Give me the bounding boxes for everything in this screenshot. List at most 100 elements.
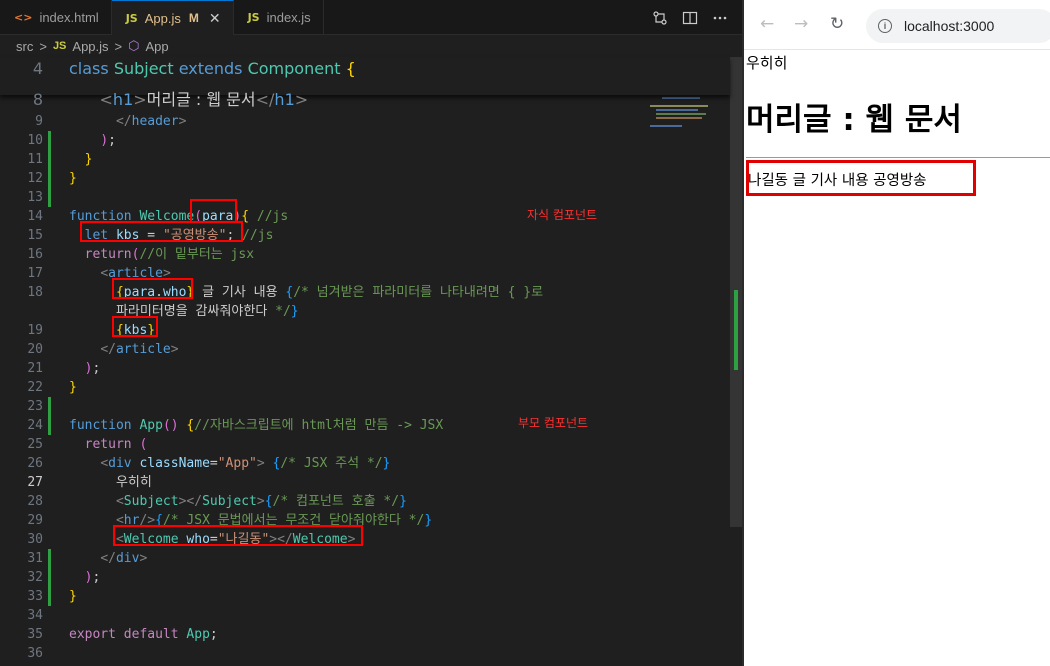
line-number: 12 [27, 171, 43, 186]
code-area[interactable]: 5 render(){ //함수에서는 render 필요없이 return만 … [0, 57, 730, 666]
info-icon[interactable]: i [878, 19, 892, 33]
code-line[interactable]: 10 ); [0, 131, 730, 150]
url-text[interactable]: localhost:3000 [904, 18, 994, 34]
line-number: 22 [27, 380, 43, 395]
split-icon[interactable] [682, 10, 698, 26]
sticky-scroll-header[interactable]: 4 class Subject extends Component { 8 <h1>… [0, 57, 730, 109]
line-number: 9 [35, 114, 43, 129]
code-line[interactable]: 19 {kbs} [0, 321, 730, 340]
code-text: } [84, 152, 93, 167]
article-text: 나길동 글 기사 내용 공영방송 [748, 173, 927, 189]
code-line[interactable]: 17 <article> [0, 264, 730, 283]
breadcrumb-folder[interactable]: src [16, 39, 33, 54]
code-line[interactable]: 26 <div className="App"> {/* JSX 주석 */} [0, 454, 730, 473]
code-text: ); [84, 570, 101, 585]
browser-window: ← → ↻ i localhost:3000 우히히 머리글 : 웹 문서 나길… [742, 0, 1050, 666]
more-icon[interactable] [712, 10, 728, 26]
code-line[interactable]: 30 <Welcome who="나길동"></Welcome> [0, 530, 730, 549]
code-text: </article> [100, 342, 179, 357]
line-number: 30 [27, 532, 43, 547]
line-number: 18 [27, 285, 43, 300]
symbol-method-icon: ⬡ [128, 38, 140, 53]
breadcrumb-symbol[interactable]: App [146, 39, 169, 54]
highlight-para-param [190, 199, 237, 223]
code-line[interactable]: 35 export default App; [0, 625, 730, 644]
line-number: 20 [27, 342, 43, 357]
editor-actions [652, 0, 742, 35]
code-line[interactable]: 24 function App() {//자바스크립트에 html처럼 만듬 ->… [0, 416, 730, 435]
code-editor: <> index.html JS App.js M ✕ JS index.js … [0, 0, 742, 666]
html-file-icon: <> [14, 11, 33, 24]
page-divider [746, 157, 1050, 158]
child-component-annotation: 자식 컴포넌트 [527, 208, 598, 222]
code-line[interactable]: 18 {para.who} 글 기사 내용 {/* 넘겨받은 파라미터를 나타내… [0, 283, 730, 302]
code-line[interactable]: 22} [0, 378, 730, 397]
line-number: 34 [27, 608, 43, 623]
code-text: return(//이 밑부터는 jsx [84, 247, 255, 262]
code-line[interactable]: 34 [0, 606, 730, 625]
code-line[interactable]: 21 ); [0, 359, 730, 378]
tab-index-html[interactable]: <> index.html [0, 0, 112, 35]
js-file-icon: JS [125, 11, 138, 25]
page-text: 우히히 [746, 54, 788, 72]
tab-index-js[interactable]: JS index.js [234, 0, 324, 35]
code-line[interactable]: 28 <Subject></Subject>{/* 컴포넌트 호출 */} [0, 492, 730, 511]
reload-icon[interactable]: ↻ [830, 14, 844, 34]
line-number: 19 [27, 323, 43, 338]
code-text: <div className="App"> {/* JSX 주석 */} [100, 456, 391, 471]
modified-gutter-indicator [48, 397, 51, 435]
line-number: 10 [27, 133, 43, 148]
code-line[interactable]: 27 우히히 [0, 473, 730, 492]
code-line[interactable]: 20 </article> [0, 340, 730, 359]
code-line[interactable]: 31 </div> [0, 549, 730, 568]
breadcrumb-file[interactable]: App.js [72, 39, 108, 54]
line-number: 15 [27, 228, 43, 243]
code-line[interactable]: 12} [0, 169, 730, 188]
forward-arrow-icon[interactable]: → [794, 14, 808, 34]
code-line[interactable]: 29 <hr/>{/* JSX 문법에서는 무조건 닫아줘야한다 */} [0, 511, 730, 530]
code-line[interactable]: 13 [0, 188, 730, 207]
line-number: 29 [27, 513, 43, 528]
line-number: 17 [27, 266, 43, 281]
tab-label: index.js [266, 10, 311, 25]
tab-app-js[interactable]: JS App.js M ✕ [111, 0, 234, 35]
code-line[interactable]: 16 return(//이 밑부터는 jsx [0, 245, 730, 264]
line-number: 14 [27, 209, 43, 224]
line-number: 24 [27, 418, 43, 433]
code-line[interactable]: 33} [0, 587, 730, 606]
chevron-right-icon: > [114, 38, 123, 54]
parent-component-annotation: 부모 컴포넌트 [518, 416, 589, 430]
tab-label: App.js [144, 10, 181, 26]
code-line[interactable]: 4 class Subject extends Component { [0, 59, 730, 78]
back-arrow-icon[interactable]: ← [760, 14, 774, 34]
code-text: </header> [115, 114, 187, 129]
code-line[interactable]: 36 [0, 644, 730, 663]
chevron-right-icon: > [39, 38, 47, 54]
line-number: 25 [27, 437, 43, 452]
line-number: 33 [27, 589, 43, 604]
compare-icon[interactable] [652, 10, 668, 26]
code-line[interactable]: 11 } [0, 150, 730, 169]
line-number: 13 [27, 190, 43, 205]
line-number: 26 [27, 456, 43, 471]
code-line[interactable]: 파라미터명을 감싸줘야한다 */} [0, 302, 730, 321]
line-number: 11 [27, 152, 43, 167]
line-number: 36 [27, 646, 43, 661]
code-text: function App() {//자바스크립트에 html처럼 만듬 -> J… [69, 418, 444, 433]
modified-gutter-indicator [48, 131, 51, 207]
code-line[interactable]: 32 ); [0, 568, 730, 587]
code-line[interactable]: 9 </header> [0, 112, 730, 131]
code-text: } [69, 589, 77, 604]
close-icon[interactable]: ✕ [209, 10, 221, 27]
code-text: <h1>머리글 : 웹 문서</h1> [99, 90, 309, 109]
code-text: export default App; [69, 627, 218, 642]
address-bar[interactable]: i localhost:3000 [866, 9, 1050, 43]
code-line[interactable]: 8 <h1>머리글 : 웹 문서</h1> [0, 90, 730, 109]
code-line[interactable]: 25 return ( [0, 435, 730, 454]
line-number: 16 [27, 247, 43, 262]
breadcrumb: src > JS App.js > ⬡ App [0, 35, 742, 57]
code-line[interactable]: 23 [0, 397, 730, 416]
code-text: <Subject></Subject>{/* 컴포넌트 호출 */} [115, 494, 407, 509]
highlight-para-who [112, 278, 193, 299]
code-text: } [69, 380, 77, 395]
